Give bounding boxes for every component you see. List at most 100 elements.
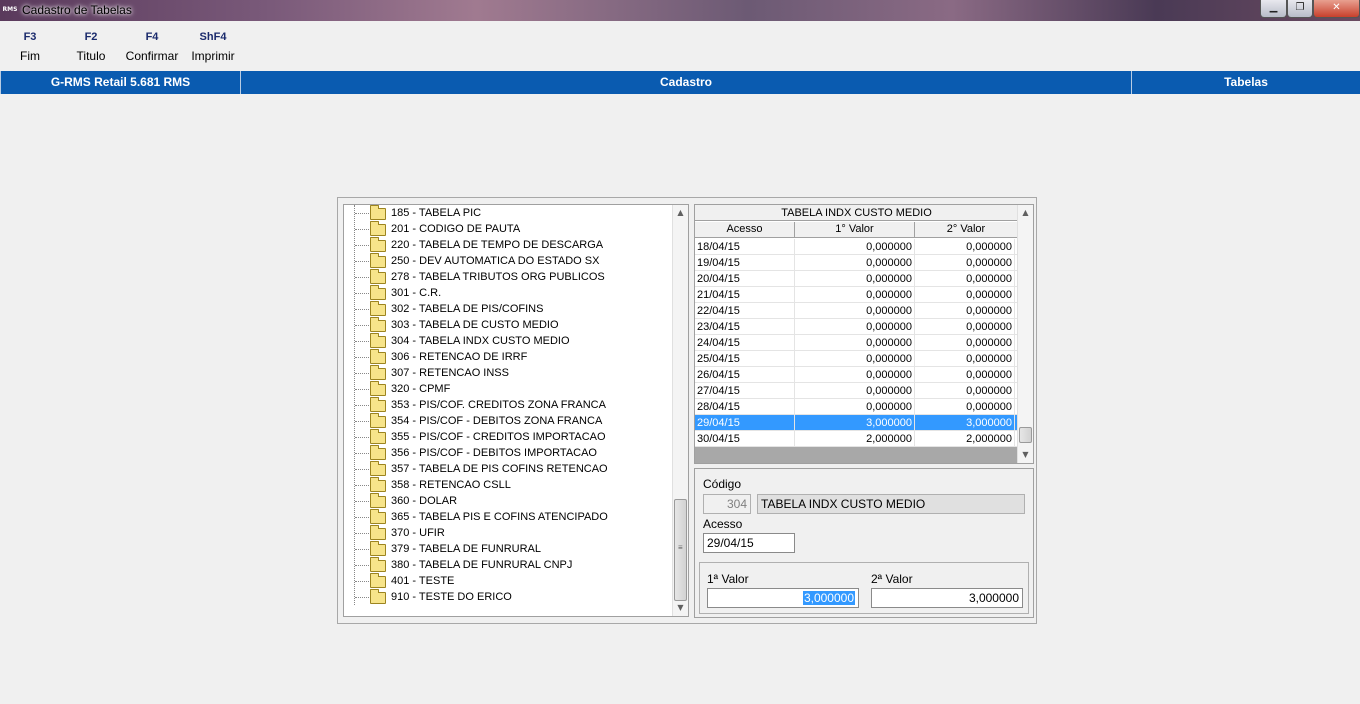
tree-branch-line <box>355 277 369 278</box>
folder-icon <box>370 493 386 508</box>
grid-cell: 0,000000 <box>915 303 1015 319</box>
confirmar-button[interactable]: F4 Confirmar <box>124 31 180 63</box>
grid-row[interactable]: 25/04/15 0,000000 0,000000 <box>695 351 1018 367</box>
tree-item[interactable]: 358 - RETENCAO CSLL <box>344 477 674 493</box>
grid-cell: 0,000000 <box>915 255 1015 271</box>
tree-item[interactable]: 355 - PIS/COF - CREDITOS IMPORTACAO <box>344 429 674 445</box>
grid-row[interactable]: 22/04/15 0,000000 0,000000 <box>695 303 1018 319</box>
tree-item[interactable]: 370 - UFIR <box>344 525 674 541</box>
grid-row[interactable]: 20/04/15 0,000000 0,000000 <box>695 271 1018 287</box>
descricao-field: TABELA INDX CUSTO MEDIO <box>757 494 1025 514</box>
tree-item[interactable]: 185 - TABELA PIC <box>344 205 674 221</box>
folder-icon <box>370 573 386 588</box>
tree-item[interactable]: 401 - TESTE <box>344 573 674 589</box>
toolbar: F3 Fim F2 Titulo F4 Confirmar ShF4 Impri… <box>0 21 1360 70</box>
grid-cell: 30/04/15 <box>695 431 795 447</box>
tree-item[interactable]: 353 - PIS/COF. CREDITOS ZONA FRANCA <box>344 397 674 413</box>
grid-row[interactable]: 28/04/15 0,000000 0,000000 <box>695 399 1018 415</box>
grid-scrollbar[interactable]: ▲ ▼ <box>1017 205 1033 463</box>
values-grid[interactable]: TABELA INDX CUSTO MEDIO Acesso 1° Valor … <box>694 204 1034 464</box>
column-header-valor2[interactable]: 2° Valor <box>915 222 1018 238</box>
grid-scroll-up-icon[interactable]: ▲ <box>1018 205 1033 221</box>
grid-cell: 2,000000 <box>795 431 915 447</box>
scroll-down-icon[interactable]: ▼ <box>673 600 688 616</box>
maximize-button[interactable]: ❐ <box>1287 0 1313 18</box>
tree-item-label: 354 - PIS/COF - DEBITOS ZONA FRANCA <box>391 415 603 427</box>
fim-button[interactable]: F3 Fim <box>18 31 42 63</box>
grid-cell: 3,000000 <box>795 415 915 431</box>
tree-item[interactable]: 307 - RETENCAO INSS <box>344 365 674 381</box>
tree-item[interactable]: 380 - TABELA DE FUNRURAL CNPJ <box>344 557 674 573</box>
folder-icon <box>370 477 386 492</box>
main-frame: 185 - TABELA PIC 201 - CODIGO DE PAUTA 220… <box>337 197 1037 624</box>
tree-item[interactable]: 220 - TABELA DE TEMPO DE DESCARGA <box>344 237 674 253</box>
tree-item[interactable]: 354 - PIS/COF - DEBITOS ZONA FRANCA <box>344 413 674 429</box>
grid-row[interactable]: 18/04/15 0,000000 0,000000 <box>695 239 1018 255</box>
tree-item[interactable]: 301 - C.R. <box>344 285 674 301</box>
tree-item-label: 401 - TESTE <box>391 575 455 587</box>
valor1-field[interactable]: 3,000000 <box>707 588 859 608</box>
tree-item-label: 307 - RETENCAO INSS <box>391 367 509 379</box>
grid-cell: 27/04/15 <box>695 383 795 399</box>
scroll-thumb[interactable]: ≡ <box>674 499 687 601</box>
tree-item[interactable]: 910 - TESTE DO ERICO <box>344 589 674 605</box>
tree-item[interactable]: 357 - TABELA DE PIS COFINS RETENCAO <box>344 461 674 477</box>
folder-icon <box>370 349 386 364</box>
tree-item[interactable]: 250 - DEV AUTOMATICA DO ESTADO SX <box>344 253 674 269</box>
grid-cell: 28/04/15 <box>695 399 795 415</box>
confirmar-label: Confirmar <box>125 49 179 63</box>
edit-form: Código 304 TABELA INDX CUSTO MEDIO Acess… <box>694 468 1034 618</box>
tree-item[interactable]: 201 - CODIGO DE PAUTA <box>344 221 674 237</box>
folder-icon <box>370 365 386 380</box>
tree-branch-line <box>355 469 369 470</box>
acesso-field[interactable]: 29/04/15 <box>703 533 795 553</box>
grid-row[interactable]: 24/04/15 0,000000 0,000000 <box>695 335 1018 351</box>
grid-title: TABELA INDX CUSTO MEDIO <box>695 205 1018 221</box>
valor2-field[interactable]: 3,000000 <box>871 588 1023 608</box>
imprimir-button[interactable]: ShF4 Imprimir <box>188 31 238 63</box>
grid-row[interactable]: 19/04/15 0,000000 0,000000 <box>695 255 1018 271</box>
grid-cell: 0,000000 <box>795 399 915 415</box>
grid-scroll-down-icon[interactable]: ▼ <box>1018 447 1033 463</box>
tree-item[interactable]: 379 - TABELA DE FUNRURAL <box>344 541 674 557</box>
tree-branch-line <box>355 309 369 310</box>
tree-item[interactable]: 306 - RETENCAO DE IRRF <box>344 349 674 365</box>
tree-item-label: 360 - DOLAR <box>391 495 458 507</box>
tree-branch-line <box>355 485 369 486</box>
tree-item-label: 358 - RETENCAO CSLL <box>391 479 511 491</box>
tree-item-label: 355 - PIS/COF - CREDITOS IMPORTACAO <box>391 431 606 443</box>
scroll-up-icon[interactable]: ▲ <box>673 205 688 221</box>
tree-branch-line <box>355 245 369 246</box>
tree-item-label: 250 - DEV AUTOMATICA DO ESTADO SX <box>391 255 600 267</box>
tree-item[interactable]: 320 - CPMF <box>344 381 674 397</box>
tree-item-label: 356 - PIS/COF - DEBITOS IMPORTACAO <box>391 447 597 459</box>
grid-cell: 18/04/15 <box>695 239 795 255</box>
tree-item[interactable]: 304 - TABELA INDX CUSTO MEDIO <box>344 333 674 349</box>
grid-row[interactable]: 27/04/15 0,000000 0,000000 <box>695 383 1018 399</box>
grid-row[interactable]: 26/04/15 0,000000 0,000000 <box>695 367 1018 383</box>
titulo-button[interactable]: F2 Titulo <box>74 31 108 63</box>
grid-row[interactable]: 30/04/15 2,000000 2,000000 <box>695 431 1018 447</box>
grid-cell: 0,000000 <box>795 239 915 255</box>
tree-item[interactable]: 302 - TABELA DE PIS/COFINS <box>344 301 674 317</box>
minimize-button[interactable]: ▁ <box>1260 0 1287 18</box>
grid-scroll-thumb[interactable] <box>1019 427 1032 443</box>
column-header-acesso[interactable]: Acesso <box>695 222 795 238</box>
tree-item[interactable]: 360 - DOLAR <box>344 493 674 509</box>
tree-scrollbar[interactable]: ▲ ≡ ▼ <box>672 205 688 616</box>
tree-item[interactable]: 278 - TABELA TRIBUTOS ORG PUBLICOS <box>344 269 674 285</box>
close-button[interactable]: ✕ <box>1313 0 1360 18</box>
tree-item[interactable]: 303 - TABELA DE CUSTO MEDIO <box>344 317 674 333</box>
grid-row[interactable]: 21/04/15 0,000000 0,000000 <box>695 287 1018 303</box>
column-header-valor1[interactable]: 1° Valor <box>795 222 915 238</box>
tree-item[interactable]: 356 - PIS/COF - DEBITOS IMPORTACAO <box>344 445 674 461</box>
tree-branch-line <box>355 261 369 262</box>
tree-branch-line <box>355 325 369 326</box>
tree-branch-line <box>355 565 369 566</box>
tree-item[interactable]: 365 - TABELA PIS E COFINS ATENCIPADO <box>344 509 674 525</box>
tree-branch-line <box>355 405 369 406</box>
grid-row[interactable]: 29/04/15 3,000000 3,000000 <box>695 415 1018 431</box>
table-tree[interactable]: 185 - TABELA PIC 201 - CODIGO DE PAUTA 220… <box>343 204 689 617</box>
grid-cell: 0,000000 <box>915 319 1015 335</box>
grid-row[interactable]: 23/04/15 0,000000 0,000000 <box>695 319 1018 335</box>
